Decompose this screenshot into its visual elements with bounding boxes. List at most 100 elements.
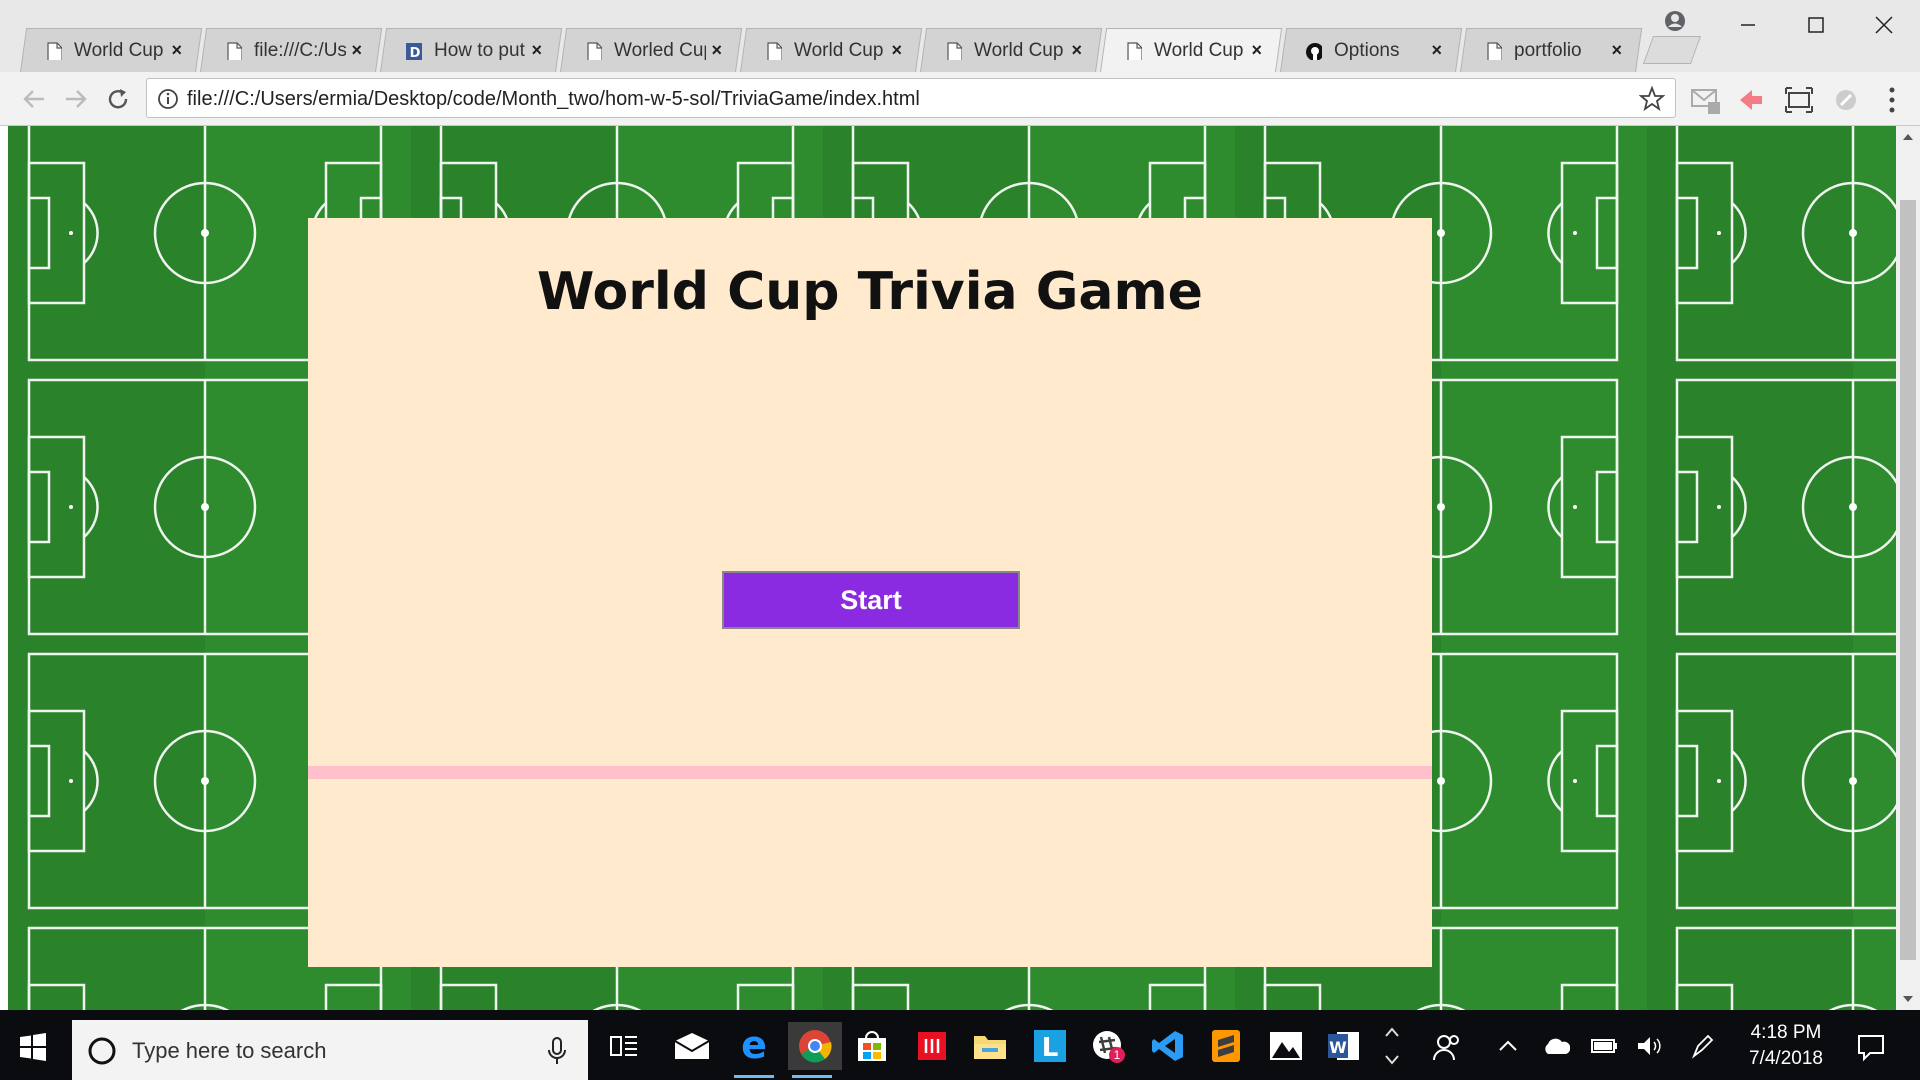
- browser-tab[interactable]: World Cup ×: [740, 28, 923, 72]
- tab-close-icon[interactable]: ×: [1252, 40, 1263, 61]
- slack-icon: 1: [1093, 1031, 1125, 1063]
- mail-icon: [674, 1033, 710, 1059]
- browser-tab[interactable]: Options ×: [1280, 28, 1463, 72]
- taskbar-mail-app[interactable]: [668, 1022, 716, 1070]
- share-extension-icon[interactable]: [1736, 86, 1766, 114]
- scroll-up-arrow-icon[interactable]: [1902, 132, 1914, 142]
- tab-content: World Cup ×: [744, 29, 918, 72]
- reload-icon[interactable]: [104, 85, 132, 113]
- address-bar[interactable]: file:///C:/Users/ermia/Desktop/code/Mont…: [146, 78, 1676, 118]
- browser-menu-icon[interactable]: [1880, 84, 1904, 116]
- url-text: file:///C:/Users/ermia/Desktop/code/Mont…: [187, 88, 920, 110]
- microphone-icon[interactable]: [546, 1036, 568, 1066]
- browser-tab[interactable]: D How to put ×: [380, 28, 563, 72]
- tab-title: file:///C:/Us: [254, 39, 347, 61]
- tab-content: portfolio ×: [1464, 29, 1638, 72]
- tab-close-icon[interactable]: ×: [1612, 40, 1623, 61]
- browser-tab[interactable]: portfolio ×: [1460, 28, 1643, 72]
- back-arrow-icon[interactable]: [20, 86, 48, 112]
- onedrive-icon[interactable]: [1542, 1036, 1570, 1056]
- taskbar-slack-app[interactable]: 1: [1084, 1022, 1132, 1070]
- vscode-icon: [1152, 1031, 1183, 1061]
- start-button[interactable]: Start: [722, 571, 1020, 629]
- tab-close-icon[interactable]: ×: [1072, 40, 1083, 61]
- tab-close-icon[interactable]: ×: [352, 40, 363, 61]
- pen-ink-icon[interactable]: [1690, 1032, 1716, 1060]
- tab-content: file:///C:/Us ×: [204, 29, 378, 72]
- tab-close-icon[interactable]: ×: [532, 40, 543, 61]
- browser-tab[interactable]: file:///C:/Us ×: [200, 28, 383, 72]
- taskbar-chrome-app[interactable]: [788, 1022, 842, 1078]
- taskbar-photos-app[interactable]: [1262, 1022, 1310, 1070]
- taskbar-scroll-arrows-icon[interactable]: [1382, 1020, 1402, 1072]
- task-view-icon: [610, 1036, 637, 1056]
- divider: [308, 766, 1432, 779]
- tab-close-icon[interactable]: ×: [892, 40, 903, 61]
- people-icon[interactable]: [1432, 1032, 1462, 1062]
- taskbar-edge-app[interactable]: e: [730, 1022, 778, 1078]
- show-hidden-icons-chevron[interactable]: [1498, 1038, 1518, 1054]
- search-placeholder: Type here to search: [132, 1038, 327, 1063]
- taskbar-sublime-app[interactable]: [1202, 1022, 1250, 1070]
- tab-content: D How to put ×: [384, 29, 558, 72]
- page-icon: [1127, 41, 1143, 60]
- bars-app-icon: [918, 1032, 946, 1060]
- tab-close-icon[interactable]: ×: [712, 40, 723, 61]
- browser-tab[interactable]: World Cup ×: [1100, 28, 1283, 72]
- mail-extension-icon[interactable]: [1690, 84, 1722, 116]
- taskbar-red-app[interactable]: [908, 1022, 956, 1070]
- grayed-extension-icon[interactable]: [1832, 86, 1860, 114]
- browser-tab[interactable]: Worled Cup ×: [560, 28, 743, 72]
- svg-text:W: W: [1329, 1038, 1347, 1057]
- l-app-icon: L: [1034, 1030, 1066, 1063]
- page-scrollbar[interactable]: [1896, 126, 1920, 1010]
- taskbar-vscode-app[interactable]: [1144, 1022, 1192, 1070]
- game-panel: World Cup Trivia Game Start: [308, 218, 1432, 967]
- tab-content: Options ×: [1284, 29, 1458, 72]
- bookmark-star-icon[interactable]: [1639, 86, 1665, 112]
- tab-title: World Cup: [74, 39, 164, 61]
- screenshot-extension-icon[interactable]: [1784, 86, 1814, 114]
- clock-time: 4:18 PM: [1750, 1022, 1822, 1043]
- taskbar-search-box[interactable]: Type here to search: [72, 1020, 588, 1080]
- task-view-button[interactable]: [600, 1022, 648, 1070]
- maximize-window-icon[interactable]: [1796, 10, 1836, 40]
- windows-taskbar: Type here to search e L 1 W 4:18 PM 7/4/…: [0, 1010, 1920, 1080]
- tab-close-icon[interactable]: ×: [1432, 40, 1443, 61]
- browser-tab-strip: World Cup × file:///C:/Us × D How to put × Worl…: [0, 0, 1920, 72]
- taskbar-word-app[interactable]: W: [1320, 1022, 1368, 1070]
- taskbar-store-app[interactable]: [848, 1022, 896, 1070]
- forward-arrow-icon[interactable]: [62, 86, 90, 112]
- tab-title: World Cup: [974, 39, 1064, 61]
- windows-start-icon[interactable]: [18, 1032, 48, 1062]
- profile-icon[interactable]: [1660, 6, 1700, 36]
- clock-date: 7/4/2018: [1749, 1048, 1823, 1069]
- tab-content: World Cup ×: [24, 29, 198, 72]
- close-window-icon[interactable]: [1864, 10, 1904, 40]
- browser-tab[interactable]: World Cup ×: [20, 28, 203, 72]
- taskbar-l-app[interactable]: L: [1026, 1022, 1074, 1070]
- photos-icon: [1270, 1032, 1302, 1060]
- page-viewport: World Cup Trivia Game Start: [8, 126, 1896, 1010]
- scroll-down-arrow-icon[interactable]: [1902, 994, 1914, 1004]
- tab-title: Worled Cup: [614, 39, 707, 61]
- taskbar-clock[interactable]: 4:18 PM 7/4/2018: [1736, 1020, 1836, 1072]
- taskbar-file-explorer[interactable]: [966, 1022, 1014, 1070]
- volume-icon[interactable]: [1636, 1034, 1664, 1058]
- new-tab-button[interactable]: [1642, 36, 1702, 64]
- battery-icon[interactable]: [1590, 1036, 1618, 1056]
- tab-content: Worled Cup ×: [564, 29, 738, 72]
- sublime-text-icon: [1212, 1030, 1240, 1062]
- info-icon[interactable]: [157, 88, 179, 110]
- tab-close-icon[interactable]: ×: [172, 40, 183, 61]
- tab-content: World Cup ×: [924, 29, 1098, 72]
- cortana-icon[interactable]: [86, 1035, 118, 1067]
- action-center-icon[interactable]: [1856, 1032, 1886, 1062]
- browser-tab[interactable]: World Cup ×: [920, 28, 1103, 72]
- minimize-window-icon[interactable]: [1728, 10, 1768, 40]
- edge-browser-icon: e: [741, 1028, 767, 1064]
- page-title: World Cup Trivia Game: [537, 262, 1203, 322]
- scroll-thumb[interactable]: [1900, 200, 1916, 960]
- d-favicon: D: [406, 42, 423, 60]
- word-icon: W: [1328, 1032, 1359, 1060]
